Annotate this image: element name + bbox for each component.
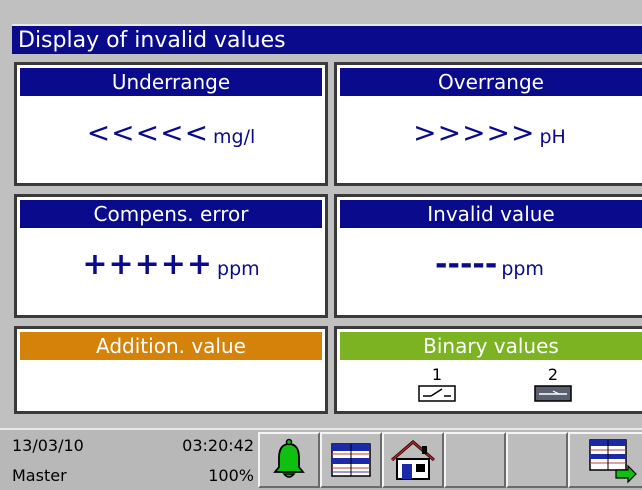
alarm-bell-icon xyxy=(273,438,305,478)
compens-error-unit: ppm xyxy=(217,258,260,280)
invalid-value-symbol: ----- xyxy=(435,247,498,282)
switch-open-icon xyxy=(418,385,456,402)
panel-header-binary-values: Binary values xyxy=(340,332,642,360)
table-export-button[interactable] xyxy=(568,432,642,488)
empty-softkey-2[interactable] xyxy=(506,432,568,488)
binary-channel-1: 1 xyxy=(417,367,457,403)
status-info: 13/03/10 03:20:42 Master 100% xyxy=(10,432,258,488)
alarm-button[interactable] xyxy=(258,432,320,488)
panel-invalid-value: Invalid value ----- ppm xyxy=(334,194,642,318)
status-percent: 100% xyxy=(208,466,254,485)
window-title: Display of invalid values xyxy=(12,24,642,54)
table-export-icon xyxy=(589,439,637,484)
overrange-unit: pH xyxy=(539,126,566,148)
underrange-symbol: <<<<< xyxy=(86,116,210,149)
data-table-button[interactable] xyxy=(320,432,382,488)
empty-softkey-1[interactable] xyxy=(444,432,506,488)
panel-overrange: Overrange >>>>> pH xyxy=(334,62,642,186)
binary-channel-2: 2 xyxy=(533,367,573,403)
device-screen: Display of invalid values Underrange <<<… xyxy=(0,0,642,490)
status-date: 13/03/10 xyxy=(12,436,84,455)
overrange-symbol: >>>>> xyxy=(413,116,536,149)
underrange-unit: mg/l xyxy=(213,126,256,148)
status-user: Master xyxy=(12,466,67,485)
compens-error-symbol: +++++ xyxy=(82,247,214,282)
binary-channel-2-number: 2 xyxy=(547,365,559,384)
panel-header-invalid-value: Invalid value xyxy=(340,200,642,228)
home-button[interactable] xyxy=(382,432,444,488)
status-bar: 13/03/10 03:20:42 Master 100% xyxy=(0,428,642,490)
panel-header-underrange: Underrange xyxy=(20,68,322,96)
table-grid-icon xyxy=(331,443,371,477)
panel-addition-value: Addition. value xyxy=(14,326,328,414)
panel-binary-values: Binary values 1 2 xyxy=(334,326,642,414)
panel-header-overrange: Overrange xyxy=(340,68,642,96)
binary-channel-1-number: 1 xyxy=(431,365,443,384)
status-time: 03:20:42 xyxy=(182,436,254,455)
panel-header-addition-value: Addition. value xyxy=(20,332,322,360)
panel-underrange: Underrange <<<<< mg/l xyxy=(14,62,328,186)
panel-compens-error: Compens. error +++++ ppm xyxy=(14,194,328,318)
panel-header-compens-error: Compens. error xyxy=(20,200,322,228)
home-icon xyxy=(391,440,435,480)
invalid-value-unit: ppm xyxy=(501,258,544,280)
switch-closed-icon xyxy=(534,385,572,402)
